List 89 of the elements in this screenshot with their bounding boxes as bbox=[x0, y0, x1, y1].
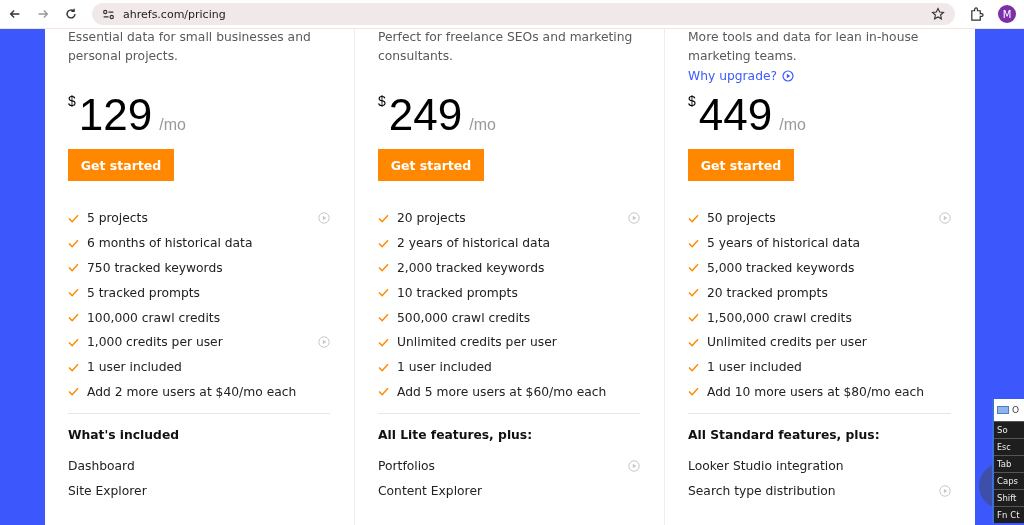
keyboard-icon bbox=[997, 406, 1009, 414]
check-icon bbox=[378, 313, 389, 323]
keyboard-key[interactable]: Esc bbox=[997, 442, 1011, 452]
section-heading: All Standard features, plus: bbox=[688, 428, 881, 445]
feature-text: 5 years of historical data bbox=[707, 236, 861, 251]
play-icon[interactable] bbox=[782, 70, 795, 82]
check-icon bbox=[378, 337, 389, 347]
included-feature: Site Explorer bbox=[68, 483, 148, 498]
feature-text: Add 10 more users at $80/mo each bbox=[707, 384, 926, 399]
extensions-icon[interactable] bbox=[969, 6, 984, 22]
check-icon bbox=[378, 213, 389, 223]
feature-text: 5,000 tracked keywords bbox=[707, 261, 856, 275]
why-upgrade-link[interactable]: Why upgrade? bbox=[688, 69, 778, 83]
feature-text: Unlimited credits per user bbox=[397, 335, 558, 350]
currency-symbol: $ bbox=[688, 93, 696, 109]
check-icon bbox=[68, 387, 79, 397]
included-feature: Portfolios bbox=[378, 458, 436, 473]
profile-avatar[interactable]: M bbox=[998, 5, 1016, 23]
feature-text: 1,000 credits per user bbox=[87, 335, 224, 350]
check-icon bbox=[688, 362, 699, 372]
back-icon[interactable] bbox=[8, 7, 22, 21]
section-heading: All Lite features, plus: bbox=[378, 428, 534, 445]
feature-text: Add 2 more users at $40/mo each bbox=[87, 384, 298, 399]
feature-text: 1 user included bbox=[87, 360, 183, 375]
check-icon bbox=[378, 238, 389, 248]
check-icon bbox=[688, 288, 699, 298]
star-icon[interactable] bbox=[931, 7, 945, 21]
feature-text: 5 projects bbox=[87, 211, 149, 226]
keyboard-key[interactable]: Tab bbox=[997, 459, 1012, 469]
included-feature: Search type distribution bbox=[688, 483, 837, 498]
check-icon bbox=[68, 337, 79, 347]
feature-text: 500,000 crawl credits bbox=[397, 310, 532, 325]
check-icon bbox=[688, 238, 699, 248]
check-icon bbox=[68, 238, 79, 248]
url-text: ahrefs.com/pricing bbox=[123, 7, 227, 21]
forward-icon[interactable] bbox=[36, 7, 50, 21]
price-period: /mo bbox=[779, 116, 806, 134]
check-icon bbox=[688, 337, 699, 347]
section-heading: What's included bbox=[68, 428, 181, 445]
check-icon bbox=[378, 263, 389, 273]
plan-description: Perfect for freelance SEOs and marketing consultants. bbox=[378, 29, 634, 65]
included-feature: Dashboard bbox=[68, 458, 136, 473]
check-icon bbox=[68, 362, 79, 372]
feature-text: 20 projects bbox=[397, 211, 467, 226]
site-settings-icon[interactable] bbox=[102, 7, 115, 21]
feature-text: 6 months of historical data bbox=[87, 236, 254, 251]
address-bar[interactable]: ahrefs.com/pricing bbox=[92, 3, 955, 25]
included-feature: Looker Studio integration bbox=[688, 458, 845, 473]
price-period: /mo bbox=[469, 116, 496, 134]
keyboard-key[interactable]: Shift bbox=[997, 493, 1017, 503]
price-period: /mo bbox=[159, 116, 186, 134]
keyboard-key[interactable]: Ct bbox=[1010, 510, 1020, 520]
feature-text: 100,000 crawl credits bbox=[87, 310, 222, 325]
keyboard-key[interactable]: Caps bbox=[997, 476, 1018, 486]
check-icon bbox=[688, 313, 699, 323]
feature-text: 750 tracked keywords bbox=[87, 261, 224, 275]
keyboard-key[interactable]: So bbox=[997, 425, 1008, 435]
feature-text: 20 tracked prompts bbox=[707, 285, 829, 300]
price-amount: 249 bbox=[388, 93, 463, 137]
check-icon bbox=[68, 288, 79, 298]
included-feature: Content Explorer bbox=[378, 483, 483, 498]
check-icon bbox=[68, 213, 79, 223]
feature-text: 1 user included bbox=[707, 360, 803, 375]
check-icon bbox=[378, 387, 389, 397]
feature-text: 2,000 tracked keywords bbox=[397, 261, 546, 275]
feature-text: 1 user included bbox=[397, 360, 493, 375]
feature-text: 5 tracked prompts bbox=[87, 285, 201, 300]
feature-text: Unlimited credits per user bbox=[707, 335, 868, 350]
plan-description: More tools and data for lean in-house marketing teams. bbox=[688, 29, 920, 65]
check-icon bbox=[378, 288, 389, 298]
check-icon bbox=[688, 387, 699, 397]
feature-text: 2 years of historical data bbox=[397, 236, 551, 251]
currency-symbol: $ bbox=[68, 93, 76, 109]
price-amount: 129 bbox=[78, 93, 153, 137]
price-amount: 449 bbox=[698, 93, 773, 137]
check-icon bbox=[378, 362, 389, 372]
feature-text: 10 tracked prompts bbox=[397, 285, 519, 300]
check-icon bbox=[68, 313, 79, 323]
currency-symbol: $ bbox=[378, 93, 386, 109]
check-icon bbox=[68, 263, 79, 273]
keyboard-key[interactable]: Fn bbox=[997, 510, 1008, 520]
reload-icon[interactable] bbox=[64, 7, 78, 21]
feature-text: 50 projects bbox=[707, 211, 777, 226]
window-title: O bbox=[1012, 405, 1020, 415]
check-icon bbox=[688, 213, 699, 223]
feature-text: 1,500,000 crawl credits bbox=[707, 310, 853, 325]
plan-description: Essential data for small businesses and personal projects. bbox=[68, 29, 312, 65]
feature-text: Add 5 more users at $60/mo each bbox=[397, 384, 608, 399]
check-icon bbox=[688, 263, 699, 273]
